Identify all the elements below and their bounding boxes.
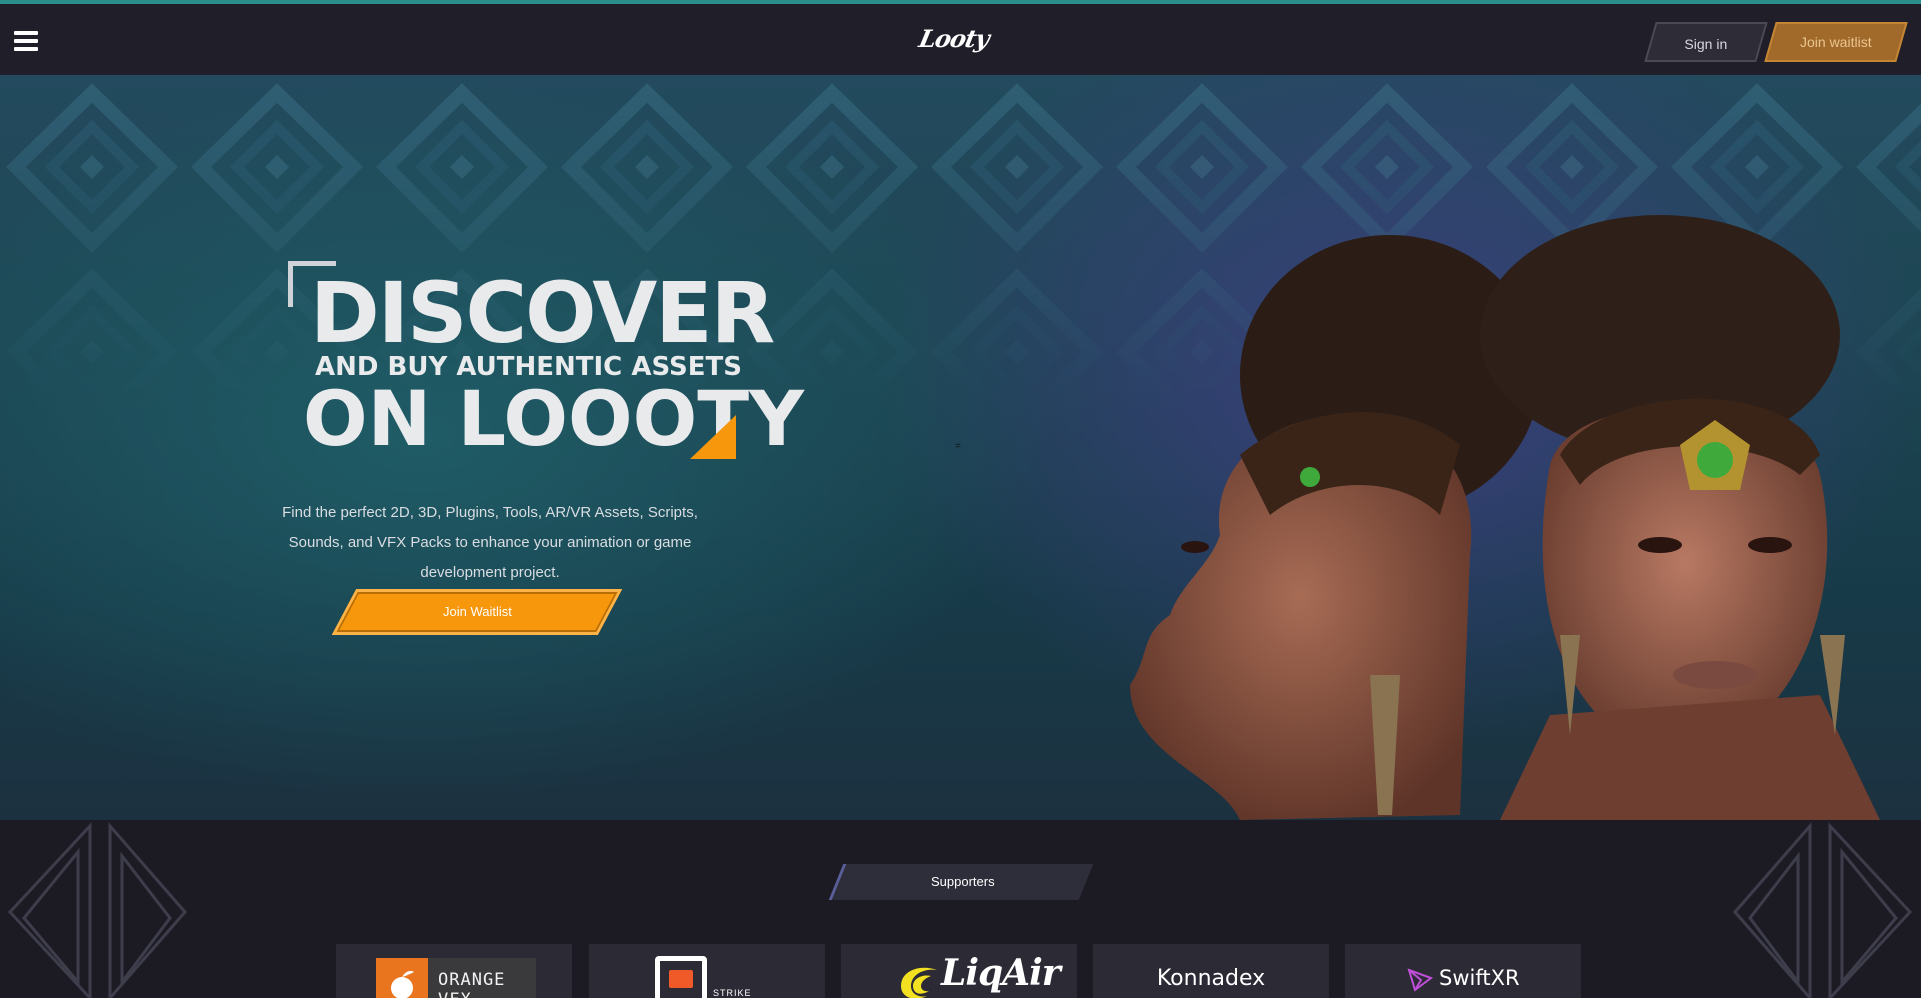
decorative-triangles-left bbox=[7, 822, 187, 998]
logo-text: Looty bbox=[916, 24, 992, 53]
supporters-label: Supporters bbox=[930, 874, 995, 889]
join-waitlist-header-button[interactable]: Join waitlist bbox=[1764, 22, 1908, 62]
hero-headline-discover: DISCOVER bbox=[310, 264, 775, 362]
supporter-card-orange-vfx[interactable]: ORANGE VFX bbox=[336, 944, 572, 998]
supporter-card-konnadex[interactable]: Konnadex bbox=[1093, 944, 1329, 998]
konnadex-text: Konnadex bbox=[1156, 966, 1266, 991]
supporter-card-strike[interactable]: STRIKE bbox=[589, 944, 825, 998]
sign-in-label: Sign in bbox=[1684, 36, 1727, 52]
hero-description: Find the perfect 2D, 3D, Plugins, Tools,… bbox=[282, 504, 698, 581]
supporters-section: Supporters ORANGE VFX STRIKE bbox=[0, 820, 1921, 998]
join-waitlist-header-label: Join waitlist bbox=[1800, 34, 1872, 50]
join-waitlist-label: Join Waitlist bbox=[442, 604, 512, 619]
swiftxr-wing-icon bbox=[1407, 968, 1433, 992]
hero-banner: DISCOVER AND BUY AUTHENTIC ASSETS ON LOO… bbox=[0, 75, 1921, 820]
hamburger-menu-icon[interactable] bbox=[14, 31, 38, 53]
liqair-text: LiqAir bbox=[941, 952, 1061, 994]
looty-logo[interactable]: Looty bbox=[914, 16, 994, 68]
hero-headline-looty: ON LOOOTY bbox=[303, 374, 805, 463]
character-portraits-image bbox=[1130, 215, 1880, 820]
stray-mark: = bbox=[955, 441, 961, 452]
liqair-swirl-icon bbox=[901, 967, 937, 998]
orange-fruit-icon bbox=[376, 958, 428, 998]
join-waitlist-button[interactable]: Join Waitlist bbox=[331, 589, 623, 635]
page: Looty Sign in Join waitlist DISCOVER AND… bbox=[0, 0, 1921, 998]
orange-vfx-logo: ORANGE VFX bbox=[376, 958, 536, 998]
supporters-tag: Supporters bbox=[828, 864, 1094, 900]
strike-text: STRIKE bbox=[713, 988, 752, 998]
sign-in-button[interactable]: Sign in bbox=[1644, 22, 1768, 62]
headline-corner-triangle bbox=[690, 415, 736, 459]
supporter-card-swiftxr[interactable]: SwiftXR bbox=[1345, 944, 1581, 998]
top-navigation-bar: Looty Sign in Join waitlist bbox=[0, 4, 1921, 75]
supporter-card-liqair[interactable]: LiqAir bbox=[841, 944, 1077, 998]
strike-logo-icon bbox=[655, 956, 707, 998]
swiftxr-text: SwiftXR bbox=[1439, 966, 1520, 990]
orange-vfx-text: ORANGE VFX bbox=[438, 970, 506, 998]
decorative-triangles-right bbox=[1733, 822, 1913, 998]
